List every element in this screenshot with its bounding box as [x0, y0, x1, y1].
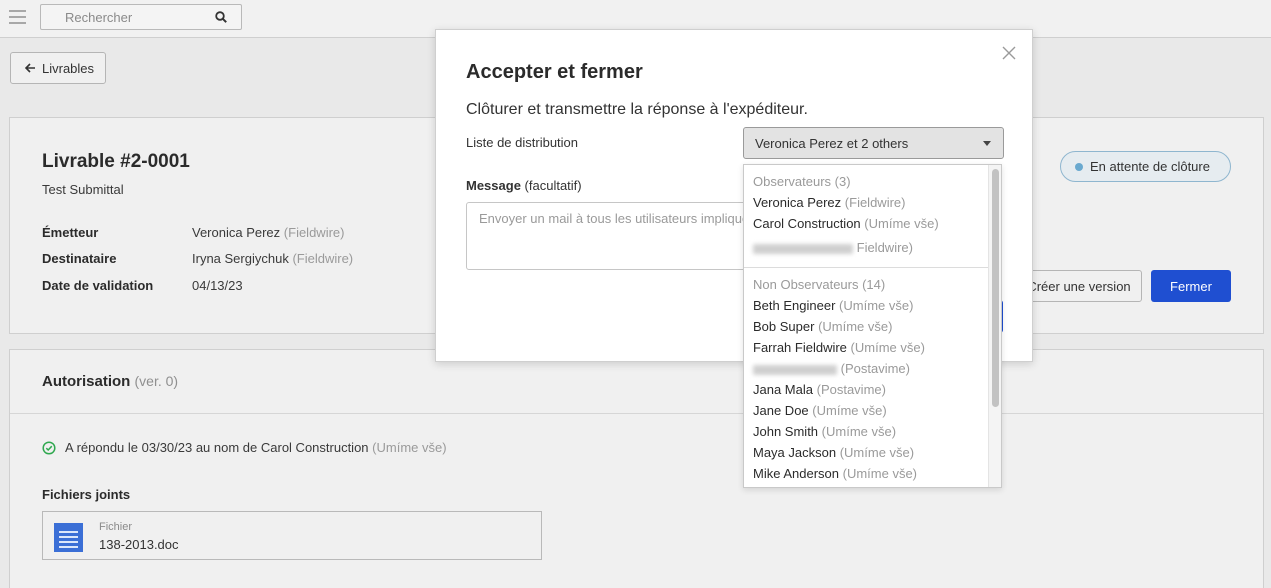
non-observer-option[interactable]: Jana Mala (Postavime)	[753, 382, 886, 397]
distribution-list-select[interactable]: Veronica Perez et 2 others	[743, 127, 1004, 159]
dropdown-scrollbar[interactable]	[988, 165, 1001, 487]
non-observer-option[interactable]: Bob Super (Umíme vše)	[753, 319, 892, 334]
non-observer-option[interactable]: Farrah Fieldwire (Umíme vše)	[753, 340, 925, 355]
non-observer-option[interactable]: Beth Engineer (Umíme vše)	[753, 298, 913, 313]
scrollbar-thumb[interactable]	[992, 169, 999, 407]
observer-option[interactable]: Veronica Perez (Fieldwire)	[753, 195, 905, 210]
modal-description: Clôturer et transmettre la réponse à l'e…	[466, 101, 808, 118]
non-observer-option-redacted[interactable]: (Postavime)	[753, 361, 910, 376]
close-icon[interactable]	[1002, 46, 1016, 60]
modal-title: Accepter et fermer	[466, 61, 643, 83]
redacted-name	[753, 243, 853, 254]
group-divider	[744, 267, 988, 268]
observer-option-redacted[interactable]: Fieldwire)	[753, 240, 913, 255]
distribution-list-label: Liste de distribution	[466, 135, 579, 150]
observers-header: Observateurs (3)	[753, 174, 851, 189]
non-observer-option[interactable]: Maya Jackson (Umíme vše)	[753, 445, 914, 460]
non-observers-header: Non Observateurs (14)	[753, 277, 886, 292]
caret-down-icon	[983, 141, 991, 146]
message-label: Message (facultatif)	[466, 178, 582, 193]
redacted-name	[753, 364, 837, 375]
distribution-list-value: Veronica Perez et 2 others	[755, 135, 909, 151]
non-observer-option[interactable]: John Smith (Umíme vše)	[753, 424, 896, 439]
observer-option[interactable]: Carol Construction (Umíme vše)	[753, 216, 939, 231]
distribution-dropdown: Observateurs (3) Veronica Perez (Fieldwi…	[743, 164, 1002, 488]
non-observer-option[interactable]: Mike Anderson (Umíme vše)	[753, 466, 917, 481]
non-observer-option[interactable]: Jane Doe (Umíme vše)	[753, 403, 887, 418]
